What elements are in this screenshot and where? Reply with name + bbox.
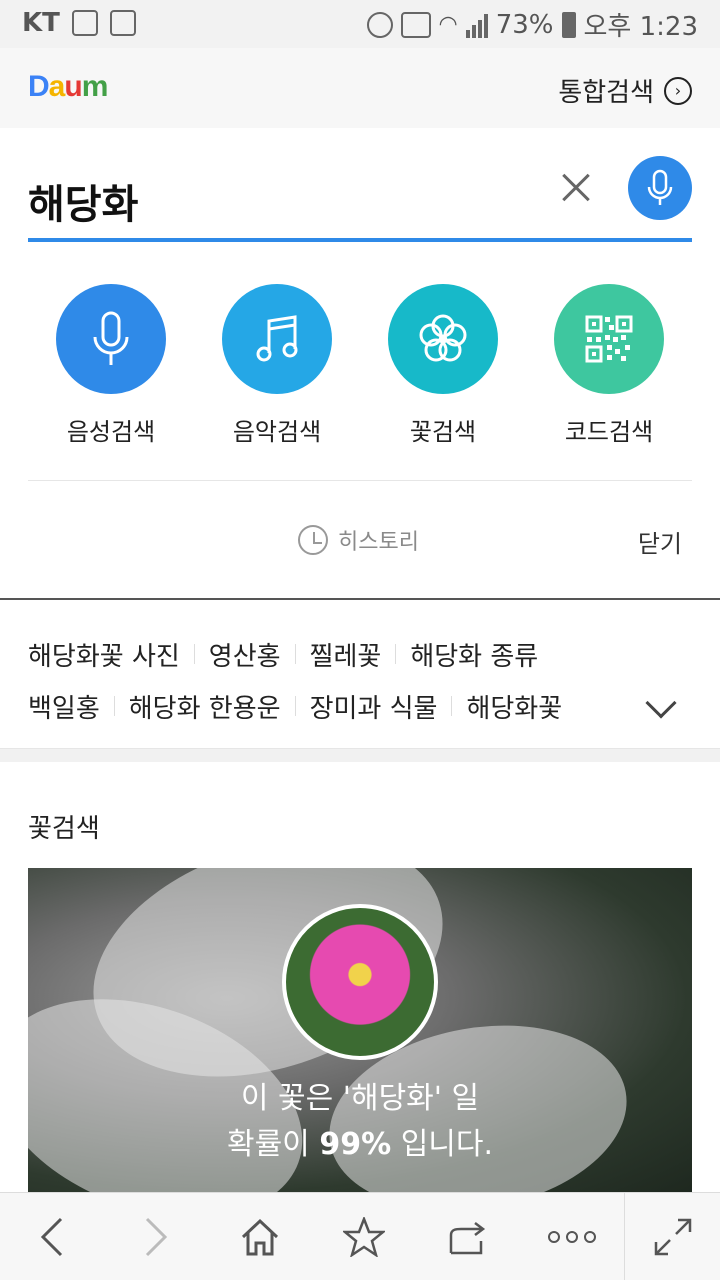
flower-search-circle[interactable] [388,284,498,394]
home-button[interactable] [208,1193,312,1280]
battery-percent: 73% [495,9,554,40]
mic-icon [93,311,129,365]
gallery-icon [71,10,98,36]
hd-icon [400,11,431,38]
separator [113,696,115,716]
close-button[interactable]: 닫기 [638,524,682,559]
flower-result-text: 이 꽃은 '해당화' 일 확률이 99% 입니다. [28,1076,692,1168]
result-suffix: 입니다. [400,1127,494,1162]
flower-thumbnail [282,904,438,1060]
share-button[interactable] [416,1193,520,1280]
related-keyword[interactable]: 해당화꽃 [466,688,562,725]
flower-search-title: 꽃검색 [28,814,100,844]
search-bar: 해당화 [28,150,692,242]
related-keyword[interactable]: 해당화꽃 사진 [28,636,180,673]
forward-button[interactable] [104,1193,208,1280]
battery-icon [561,11,576,38]
music-search-label: 음악검색 [232,418,322,446]
back-icon [40,1217,63,1257]
separator [294,644,296,664]
separator [294,696,296,716]
flower-search-option[interactable]: 꽃검색 [373,284,513,454]
music-search-option[interactable]: 음악검색 [207,284,347,454]
voice-search-button[interactable] [628,156,692,220]
related-keyword[interactable]: 영산홍 [209,636,281,673]
flower-result-card[interactable]: 이 꽃은 '해당화' 일 확률이 99% 입니다. [28,868,692,1194]
result-probability: 99% [319,1127,392,1162]
back-button[interactable] [0,1193,104,1280]
daum-logo[interactable]: Daum [28,70,108,104]
history-label: 히스토리 [338,530,419,555]
music-search-circle[interactable] [222,284,332,394]
music-note-icon [256,315,298,362]
status-bar: KT ◠ 73% 오후 1:23 [0,0,720,48]
result-prefix: 확률이 [226,1127,310,1162]
more-button[interactable] [520,1193,624,1280]
wifi-icon: ◠ [438,12,458,37]
clear-icon[interactable] [556,168,596,208]
history-button[interactable]: 히스토리 [298,524,419,556]
clock-time: 오후 1:23 [583,12,699,42]
browser-bottom-bar [0,1192,720,1280]
unified-search-link[interactable]: 통합검색 › [558,72,692,109]
mic-icon [647,169,673,205]
share-icon [449,1222,486,1255]
code-search-circle[interactable] [554,284,664,394]
qr-code-icon [585,315,633,363]
related-keyword[interactable]: 장미과 식물 [310,688,438,725]
search-input[interactable]: 해당화 [28,172,138,230]
related-keywords-row: 해당화꽃 사진 영산홍 찔레꽃 해당화 종류 [28,628,692,680]
alarm-icon [366,11,393,38]
code-search-option[interactable]: 코드검색 [539,284,679,454]
code-search-label: 코드검색 [564,418,654,446]
related-keyword[interactable]: 백일홍 [28,688,100,725]
voice-search-option[interactable]: 음성검색 [41,284,181,454]
section-gap [0,748,720,762]
result-line2: 확률이 99% 입니다. [28,1122,692,1168]
section-divider [0,598,720,600]
divider [28,480,692,481]
clock-icon [298,525,328,555]
related-keywords-row: 백일홍 해당화 한용운 장미과 식물 해당화꽃 [28,680,692,732]
related-keyword[interactable]: 해당화 종류 [410,636,538,673]
voice-search-label: 음성검색 [66,418,156,446]
search-functions: 음성검색 음악검색 꽃검색 코드검색 [28,284,692,454]
bookmark-star-icon [343,1217,385,1257]
unified-search-label: 통합검색 [558,78,654,108]
separator [451,696,453,716]
app-notification-icon [109,10,136,36]
carrier-label: KT [22,8,60,38]
separator [395,644,397,664]
flower-search-label: 꽃검색 [409,418,477,446]
fullscreen-icon [654,1218,691,1256]
home-icon [241,1218,279,1256]
result-line1: 이 꽃은 '해당화' 일 [240,1081,480,1116]
related-keyword[interactable]: 찔레꽃 [310,636,382,673]
fullscreen-button[interactable] [624,1193,720,1280]
header: Daum 통합검색 › [0,48,720,128]
more-icon [548,1231,596,1243]
signal-icon [465,12,488,38]
chevron-right-icon: › [664,76,692,105]
bookmark-button[interactable] [312,1193,416,1280]
related-keywords: 해당화꽃 사진 영산홍 찔레꽃 해당화 종류 백일홍 해당화 한용운 장미과 식… [28,628,692,732]
related-keyword[interactable]: 해당화 한용운 [129,688,281,725]
voice-search-circle[interactable] [56,284,166,394]
forward-icon [145,1217,168,1257]
flower-icon [419,314,467,362]
separator [193,644,195,664]
